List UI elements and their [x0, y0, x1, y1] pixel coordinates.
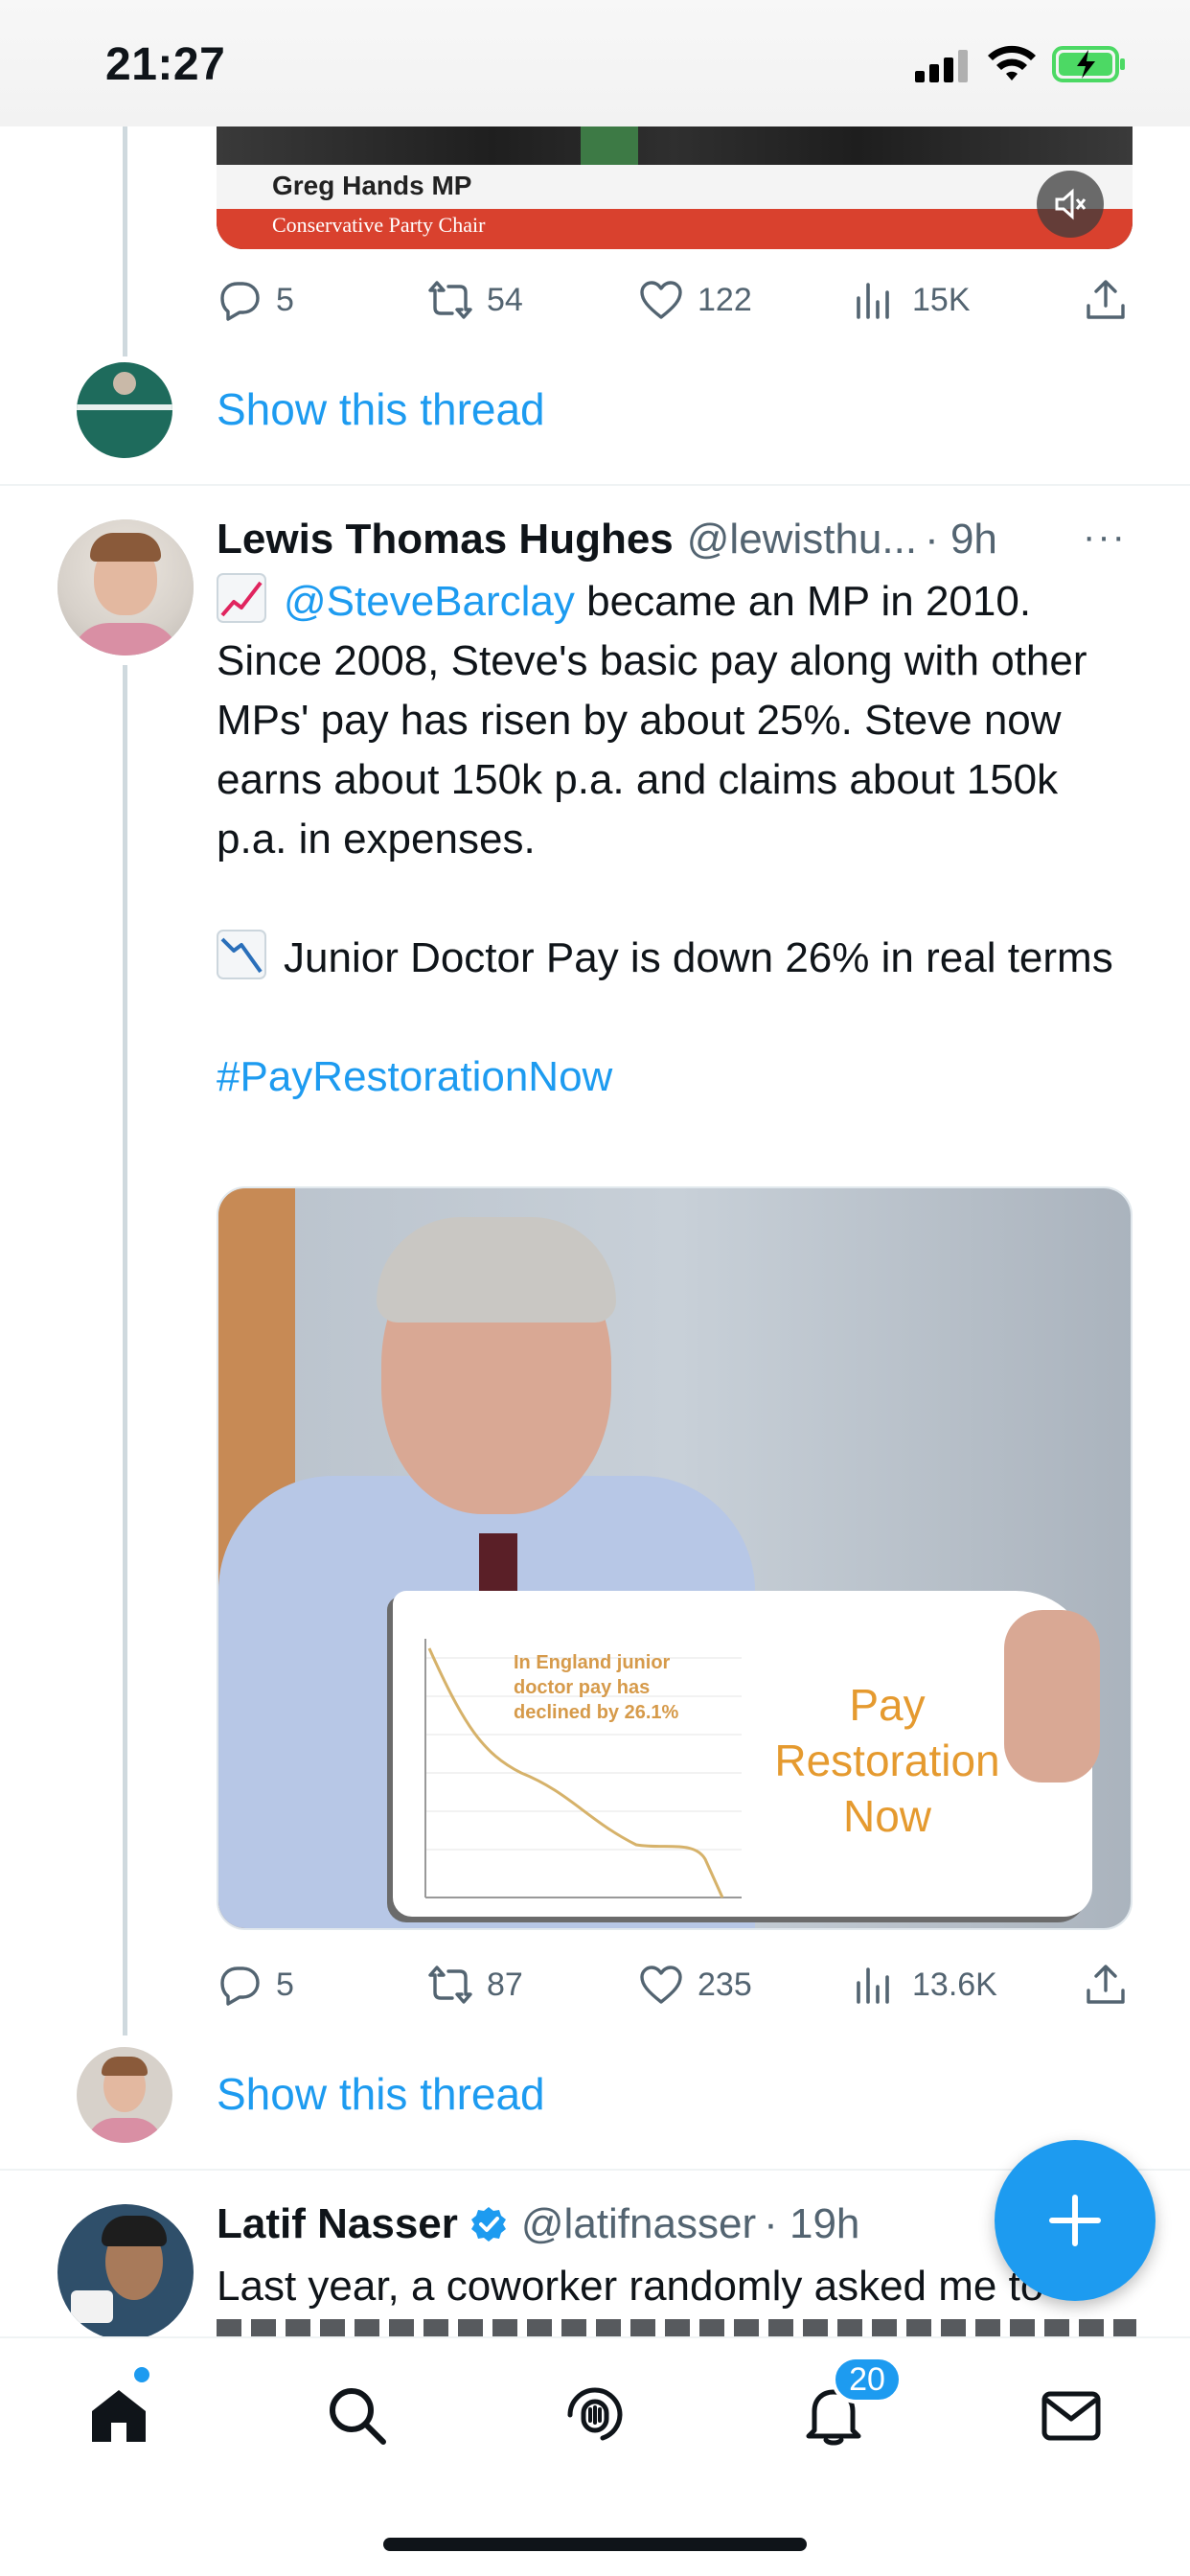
- tweet-paragraph-1: @SteveBarclay became an MP in 2010. Sinc…: [217, 572, 1136, 869]
- compose-plus-icon: [1049, 2195, 1101, 2246]
- retweet-icon: [428, 1966, 472, 2004]
- cellular-signal-icon: [915, 50, 968, 82]
- wifi-icon: [988, 45, 1036, 80]
- status-time: 21:27: [105, 39, 226, 90]
- retweet-button[interactable]: 87: [427, 1956, 523, 2013]
- sign-slogan: Pay Restoration Now: [774, 1680, 1000, 1841]
- status-bar: 21:27: [0, 0, 1190, 126]
- video-thumbnail[interactable]: Greg Hands MP Conservative Party Chair: [217, 126, 1133, 249]
- video-caption-role: Conservative Party Chair: [272, 213, 486, 237]
- tweet-image[interactable]: In England junior doctor pay has decline…: [217, 1186, 1133, 1930]
- battery-charging-icon: [1052, 46, 1125, 82]
- reply-button[interactable]: 5: [217, 1956, 294, 2013]
- next-author-name[interactable]: Latif Nasser: [217, 2200, 458, 2248]
- tweet-time[interactable]: · 9h: [925, 516, 997, 564]
- muted-speaker-icon: [1055, 188, 1087, 220]
- tweet-text: @SteveBarclay became an MP in 2010. Sinc…: [217, 572, 1136, 1107]
- thread-avatar-small[interactable]: [77, 2047, 172, 2143]
- views-icon: [857, 1967, 889, 2004]
- show-thread-link-bottom[interactable]: Show this thread: [217, 2068, 545, 2120]
- author-handle[interactable]: @lewisthu...: [687, 516, 917, 564]
- reply-count: 5: [276, 1966, 294, 2003]
- author-name[interactable]: Lewis Thomas Hughes: [217, 516, 674, 564]
- views-icon: [857, 283, 889, 319]
- tweet-paragraph-2: Junior Doctor Pay is down 26% in real te…: [217, 929, 1136, 988]
- next-author-handle[interactable]: @latifnasser: [521, 2200, 756, 2248]
- share-button[interactable]: [1083, 271, 1129, 329]
- more-options-button[interactable]: ···: [1083, 516, 1127, 559]
- protest-sign: In England junior doctor pay has decline…: [393, 1591, 1092, 1917]
- retweet-count: 87: [487, 1966, 523, 2003]
- retweet-icon: [428, 281, 472, 319]
- reply-button[interactable]: 5: [217, 271, 294, 329]
- chart-increasing-emoji-icon: [217, 573, 266, 623]
- chart-decreasing-emoji-icon: [217, 930, 266, 979]
- like-count: 235: [698, 1966, 752, 2003]
- like-button[interactable]: 235: [638, 1956, 752, 2013]
- tab-home[interactable]: [80, 2377, 157, 2453]
- main-tweet-actions: 5 87 235 13.6K: [217, 1956, 1133, 2013]
- mute-button[interactable]: [1037, 171, 1104, 238]
- spaces-icon: [567, 2387, 623, 2441]
- tweet-divider: [0, 484, 1190, 486]
- next-tweet-header: Latif Nasser @latifnasser · 19h: [217, 2200, 859, 2248]
- mention-link[interactable]: @SteveBarclay: [284, 578, 575, 625]
- next-tweet-text: Last year, a coworker randomly asked me …: [217, 2263, 1044, 2310]
- search-icon: [330, 2388, 386, 2445]
- views-count: 15K: [912, 281, 971, 318]
- next-tweet-time[interactable]: · 19h: [764, 2200, 859, 2248]
- tab-search[interactable]: [318, 2377, 395, 2453]
- reply-icon: [220, 1966, 260, 2006]
- compose-tweet-button[interactable]: [995, 2140, 1156, 2301]
- author-avatar[interactable]: [57, 519, 194, 656]
- home-indicator[interactable]: [383, 2538, 807, 2551]
- next-tweet-text-cutoff: [217, 2319, 1136, 2336]
- hashtag-link[interactable]: #PayRestorationNow: [217, 1047, 1136, 1107]
- views-button[interactable]: 13.6K: [853, 1956, 997, 2013]
- share-button[interactable]: [1083, 1956, 1129, 2013]
- thread-line-top: [123, 126, 127, 356]
- tweet-paragraph-2-text: Junior Doctor Pay is down 26% in real te…: [284, 934, 1113, 981]
- like-icon: [640, 281, 682, 319]
- show-thread-link-top[interactable]: Show this thread: [217, 383, 545, 435]
- verified-icon: [470, 2207, 506, 2242]
- reply-icon: [220, 282, 260, 321]
- thread-line-main: [123, 665, 127, 2036]
- retweet-button[interactable]: 54: [427, 271, 523, 329]
- video-caption-name: Greg Hands MP: [272, 171, 472, 200]
- tab-spaces[interactable]: [557, 2377, 633, 2453]
- tab-messages[interactable]: [1033, 2377, 1110, 2453]
- share-icon: [1087, 1965, 1125, 2004]
- mail-icon: [1041, 2391, 1101, 2441]
- views-count: 13.6K: [912, 1966, 997, 2003]
- like-button[interactable]: 122: [638, 271, 752, 329]
- like-icon: [640, 1966, 682, 2004]
- tweet-header: Lewis Thomas Hughes @lewisthu... · 9h: [217, 516, 997, 564]
- chart-caption: In England junior doctor pay has decline…: [514, 1652, 679, 1723]
- notifications-badge: 20: [832, 2356, 903, 2404]
- thread-avatar-small[interactable]: [77, 362, 172, 458]
- like-count: 122: [698, 281, 752, 318]
- next-author-avatar[interactable]: [57, 2204, 194, 2340]
- views-button[interactable]: 15K: [853, 271, 971, 329]
- home-icon: [92, 2390, 146, 2442]
- share-icon: [1087, 280, 1125, 319]
- reply-count: 5: [276, 281, 294, 318]
- prev-tweet-actions: 5 54 122 15K: [217, 271, 1133, 329]
- retweet-count: 54: [487, 281, 523, 318]
- home-unread-dot: [134, 2367, 149, 2382]
